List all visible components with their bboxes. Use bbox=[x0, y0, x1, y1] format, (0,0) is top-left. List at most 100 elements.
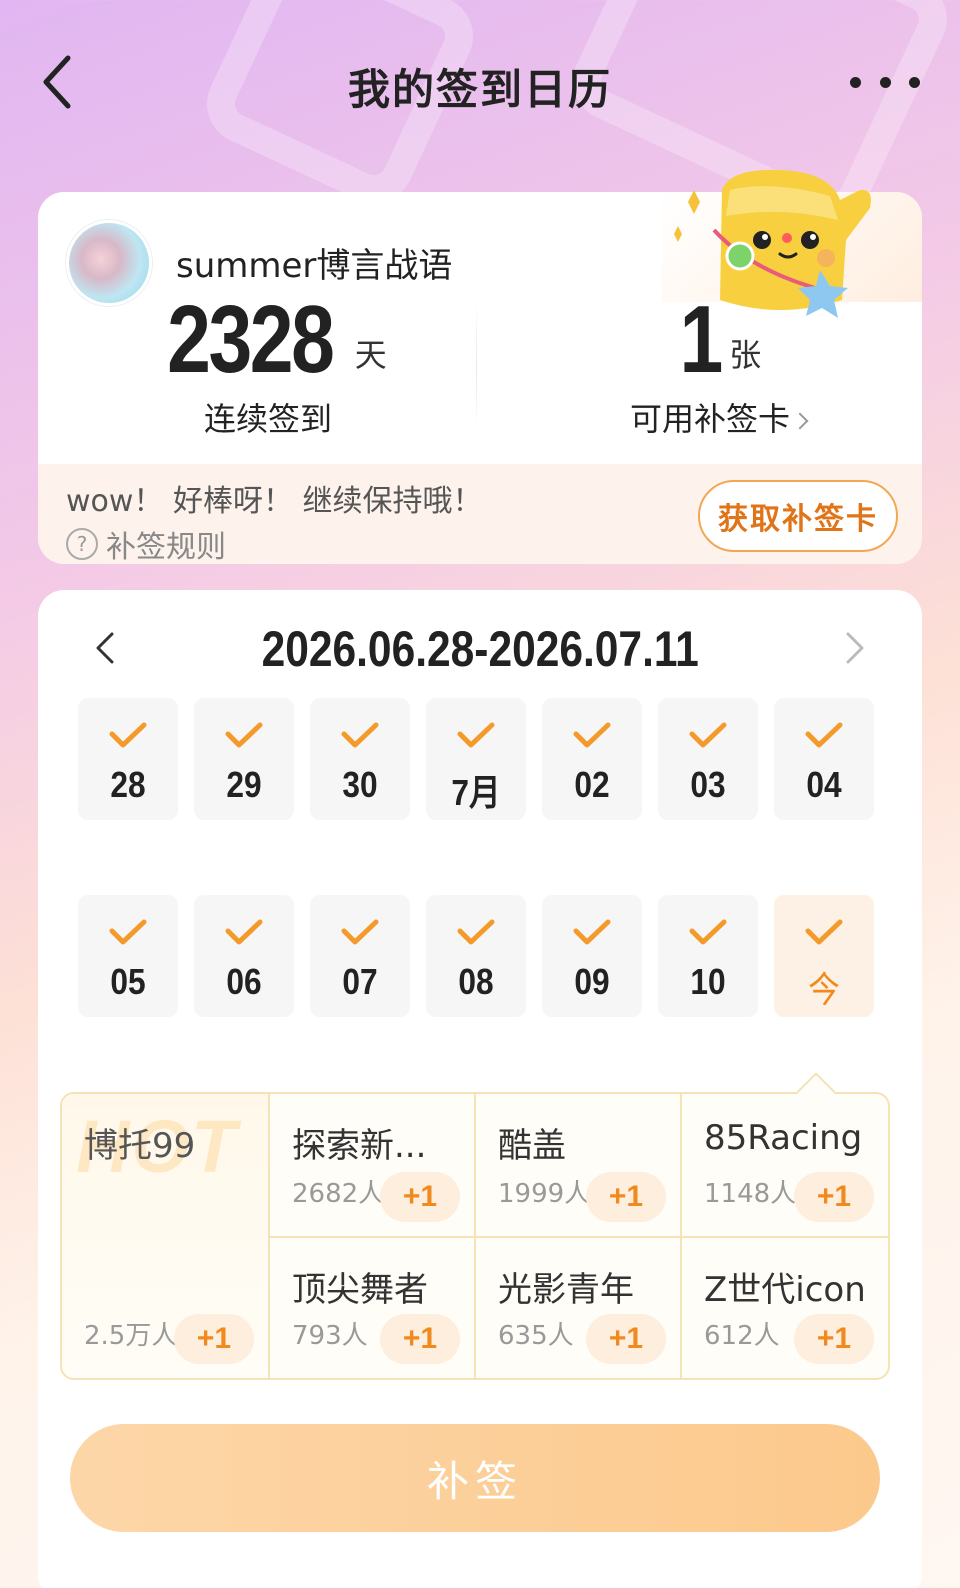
checkmark-icon bbox=[341, 722, 379, 748]
stat-divider bbox=[476, 302, 477, 432]
checkmark-icon bbox=[805, 919, 843, 945]
checkin-calendar-card: 2026.06.28-2026.07.11 28 29 30 7月 02 03 04 05 0… bbox=[38, 590, 922, 1588]
calendar-day[interactable]: 28 bbox=[78, 698, 178, 820]
rules-label: 补签规则 bbox=[106, 530, 226, 565]
calendar-day-label: 04 bbox=[806, 764, 842, 805]
mascot-illustration bbox=[674, 169, 871, 318]
makeup-card-label: 可用补签卡 bbox=[629, 400, 790, 438]
calendar-day[interactable]: 30 bbox=[310, 698, 410, 820]
calendar-day-label: 30 bbox=[342, 764, 378, 805]
calendar-day[interactable]: 02 bbox=[542, 698, 642, 820]
calendar-day[interactable]: 10 bbox=[658, 895, 758, 1017]
calendar-day-label: 09 bbox=[574, 961, 610, 1002]
calendar-day-label: 7月 bbox=[451, 772, 501, 813]
topic-card[interactable]: Z世代icon 612人 +1 bbox=[682, 1238, 888, 1378]
streak-stat: 2328 天 连续签到 bbox=[138, 292, 398, 440]
dot-icon bbox=[850, 76, 861, 88]
encouragement-text: wow！ 好棒呀！ 继续保持哦！ bbox=[66, 484, 483, 519]
streak-days-value: 2328 bbox=[167, 286, 335, 393]
makeup-checkin-button[interactable]: 补签 bbox=[70, 1424, 880, 1532]
checkmark-icon bbox=[573, 722, 611, 748]
topic-count: 2682人 bbox=[292, 1179, 385, 1209]
checkmark-icon bbox=[689, 722, 727, 748]
makeup-cards-unit: 张 bbox=[729, 336, 762, 374]
question-icon: ? bbox=[66, 528, 98, 560]
more-options-button[interactable] bbox=[850, 64, 920, 100]
topic-count: 1148人 bbox=[704, 1179, 797, 1209]
topic-card[interactable]: 探索新... 2682人 +1 bbox=[270, 1094, 476, 1238]
calendar-day[interactable]: 04 bbox=[774, 698, 874, 820]
streak-days-unit: 天 bbox=[354, 336, 387, 374]
topic-name: 光影青年 bbox=[498, 1270, 634, 1310]
topic-card[interactable]: 顶尖舞者 793人 +1 bbox=[270, 1238, 476, 1378]
dot-icon bbox=[879, 76, 891, 88]
checkmark-icon bbox=[225, 722, 263, 748]
summary-card-footer: wow！ 好棒呀！ 继续保持哦！ ? 补签规则 获取补签卡 bbox=[38, 464, 922, 566]
date-range-label: 2026.06.28-2026.07.11 bbox=[38, 620, 922, 678]
calendar-day-label: 29 bbox=[226, 764, 262, 805]
date-range-row: 2026.06.28-2026.07.11 bbox=[38, 614, 922, 684]
topic-name: 探索新... bbox=[292, 1126, 427, 1166]
topic-card[interactable]: 85Racing 1148人 +1 bbox=[682, 1094, 888, 1238]
topic-plus-one-button[interactable]: +1 bbox=[174, 1314, 254, 1364]
hot-topics-board: HOT 博托99 2.5万人 +1 探索新... 2682人 +1 酷盖 199… bbox=[60, 1072, 890, 1380]
streak-label: 连续签到 bbox=[203, 400, 332, 438]
calendar-day-label: 02 bbox=[574, 764, 610, 805]
calendar-day[interactable]: 06 bbox=[194, 895, 294, 1017]
calendar-day[interactable]: 05 bbox=[78, 895, 178, 1017]
hot-topic-card[interactable]: HOT 博托99 2.5万人 +1 bbox=[62, 1094, 270, 1378]
checkmark-icon bbox=[573, 919, 611, 945]
calendar-day-label: 03 bbox=[690, 764, 726, 805]
topic-name: 博托99 bbox=[84, 1126, 196, 1166]
makeup-card-link[interactable]: 可用补签卡 bbox=[558, 394, 878, 440]
calendar-day[interactable]: 29 bbox=[194, 698, 294, 820]
checkmark-icon bbox=[689, 919, 727, 945]
calendar-day-label: 05 bbox=[110, 961, 146, 1002]
topic-card[interactable]: 酷盖 1999人 +1 bbox=[476, 1094, 682, 1238]
page-title: 我的签到日历 bbox=[347, 65, 612, 114]
checkmark-icon bbox=[457, 722, 495, 748]
topic-name: 酷盖 bbox=[498, 1126, 566, 1166]
calendar-day-label: 今 bbox=[808, 969, 840, 1010]
checkmark-icon bbox=[225, 919, 263, 945]
checkmark-icon bbox=[109, 722, 147, 748]
calendar-day[interactable]: 09 bbox=[542, 895, 642, 1017]
topic-count: 793人 bbox=[292, 1321, 368, 1351]
username: summer博言战语 bbox=[176, 246, 453, 286]
get-makeup-card-button[interactable]: 获取补签卡 bbox=[698, 480, 898, 552]
checkmark-icon bbox=[457, 919, 495, 945]
calendar-day-label: 06 bbox=[226, 961, 262, 1002]
topic-plus-one-button[interactable]: +1 bbox=[586, 1314, 666, 1364]
checkmark-icon bbox=[109, 919, 147, 945]
next-period-button[interactable] bbox=[836, 630, 872, 666]
calendar-week-row: 05 06 07 08 09 10 今 bbox=[78, 895, 874, 1017]
calendar-day-label: 10 bbox=[690, 961, 726, 1002]
topic-name: Z世代icon bbox=[704, 1270, 866, 1310]
calendar-day[interactable]: 08 bbox=[426, 895, 526, 1017]
chevron-right-icon bbox=[791, 412, 809, 430]
calendar-day[interactable]: 07 bbox=[310, 895, 410, 1017]
dot-icon bbox=[909, 76, 920, 88]
topic-plus-one-button[interactable]: +1 bbox=[380, 1172, 460, 1222]
topic-name: 顶尖舞者 bbox=[292, 1270, 428, 1310]
top-bar: 我的签到日历 bbox=[0, 40, 960, 130]
checkmark-icon bbox=[805, 722, 843, 748]
checkmark-icon bbox=[341, 919, 379, 945]
calendar-day[interactable]: 7月 bbox=[426, 698, 526, 820]
calendar-day-today[interactable]: 今 bbox=[774, 895, 874, 1017]
topic-card[interactable]: 光影青年 635人 +1 bbox=[476, 1238, 682, 1378]
calendar-week-row: 28 29 30 7月 02 03 04 bbox=[78, 698, 874, 820]
topic-count: 635人 bbox=[498, 1321, 574, 1351]
date-range-text: 2026.06.28-2026.07.11 bbox=[261, 621, 699, 677]
topic-plus-one-button[interactable]: +1 bbox=[794, 1172, 874, 1222]
calendar-day-label: 07 bbox=[342, 961, 378, 1002]
topic-plus-one-button[interactable]: +1 bbox=[794, 1314, 874, 1364]
topic-plus-one-button[interactable]: +1 bbox=[380, 1314, 460, 1364]
topic-name: 85Racing bbox=[704, 1118, 863, 1158]
makeup-rules-link[interactable]: ? 补签规则 bbox=[66, 522, 226, 566]
topic-count: 1999人 bbox=[498, 1179, 591, 1209]
calendar-day[interactable]: 03 bbox=[658, 698, 758, 820]
calendar-day-label: 08 bbox=[458, 961, 494, 1002]
topic-count: 2.5万人 bbox=[84, 1321, 178, 1351]
topic-plus-one-button[interactable]: +1 bbox=[586, 1172, 666, 1222]
